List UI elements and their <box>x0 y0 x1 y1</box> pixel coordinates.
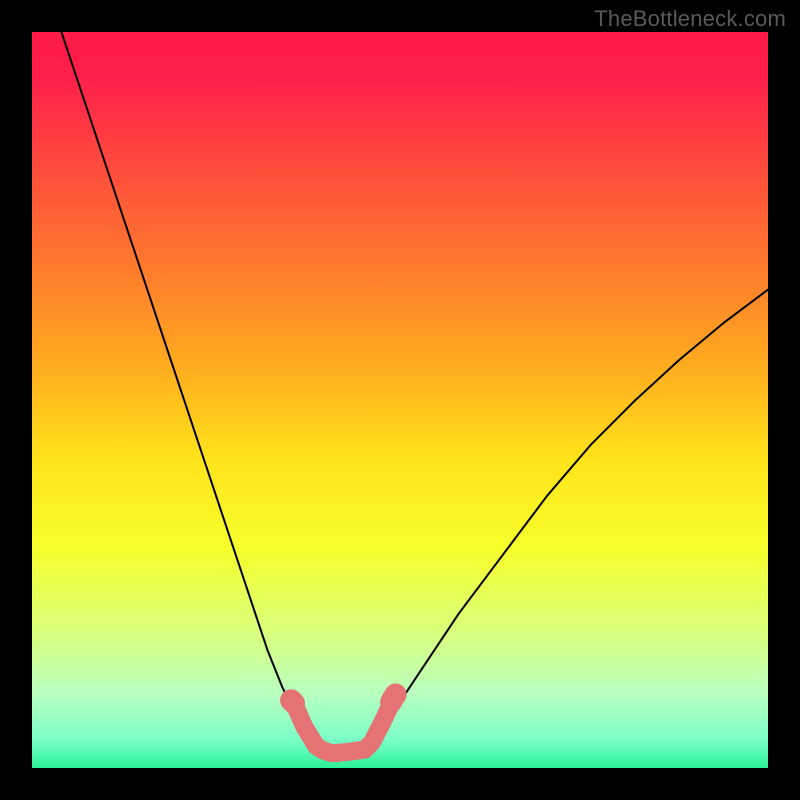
chart-svg <box>32 32 768 768</box>
series-valley-highlight-left-cap <box>291 700 294 703</box>
chart-background <box>32 32 768 768</box>
series-valley-highlight-right-cap <box>391 694 395 701</box>
chart-plot <box>32 32 768 768</box>
watermark-label: TheBottleneck.com <box>594 6 786 32</box>
chart-stage: TheBottleneck.com <box>0 0 800 800</box>
